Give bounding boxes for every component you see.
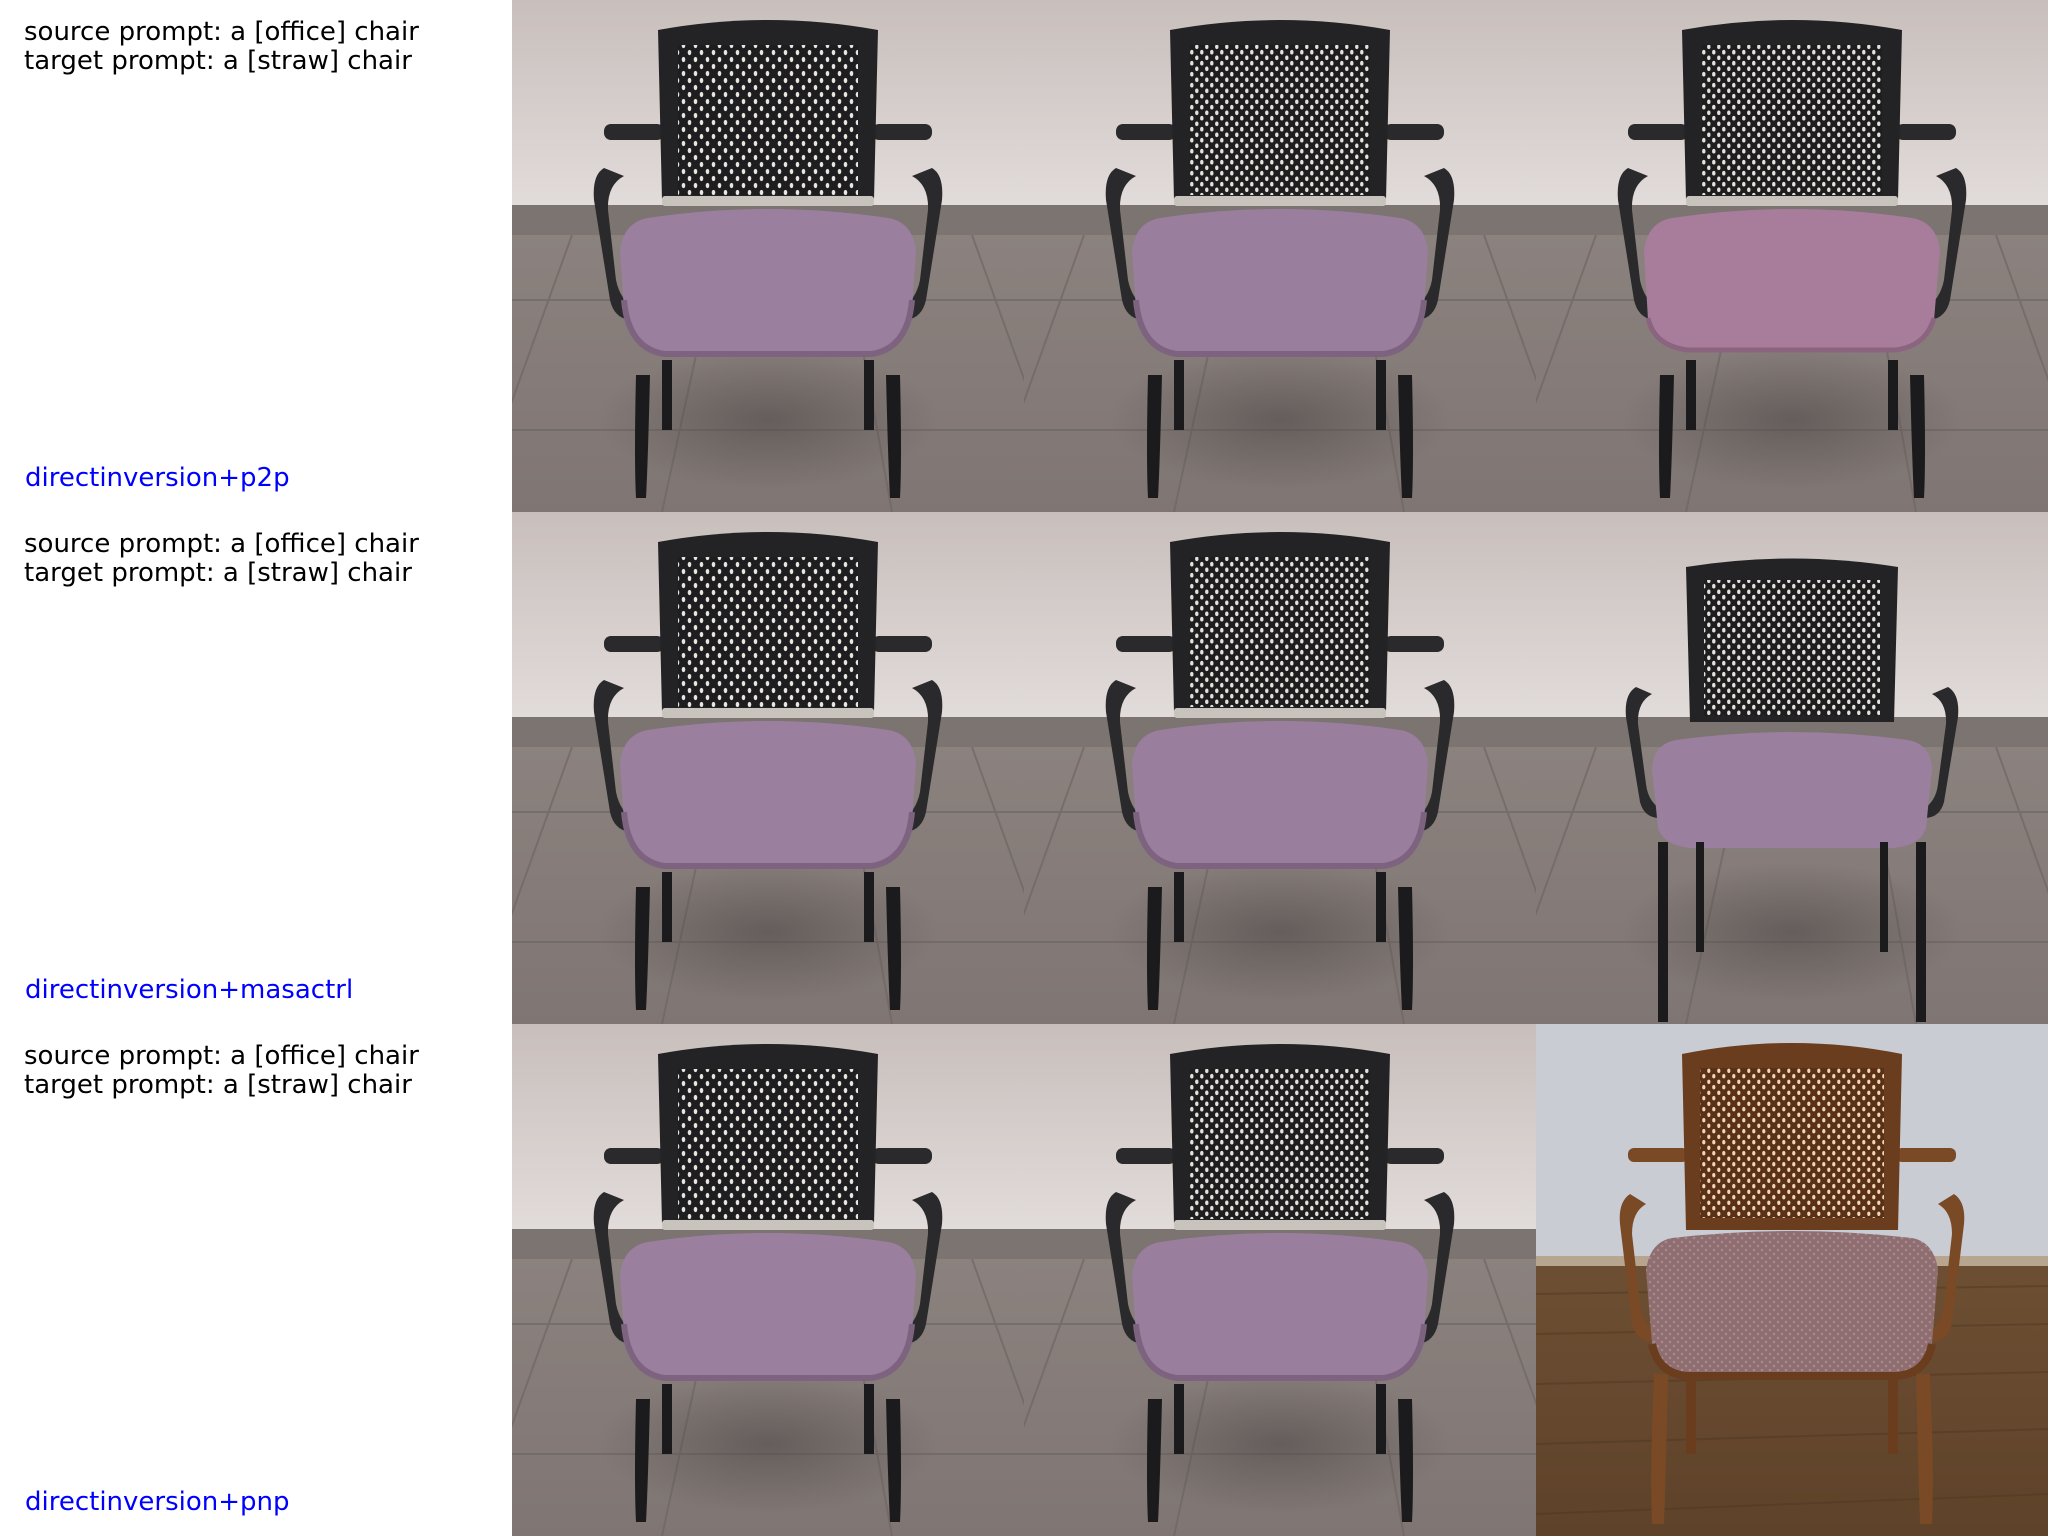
source-prompt-text: source prompt: a [office] chair bbox=[24, 529, 419, 559]
edited-image-panel bbox=[1536, 512, 2048, 1024]
row-label-column: source prompt: a [office] chair target p… bbox=[0, 1024, 512, 1536]
target-prompt-text: target prompt: a [straw] chair bbox=[24, 46, 412, 76]
method-label: directinversion+p2p bbox=[25, 463, 290, 493]
office-chair-image bbox=[1024, 512, 1536, 1024]
target-prompt-text: target prompt: a [straw] chair bbox=[24, 1070, 412, 1100]
wooden-chair-image bbox=[1536, 1024, 2048, 1536]
source-prompt-text: source prompt: a [office] chair bbox=[24, 1041, 419, 1071]
row-label-column: source prompt: a [office] chair target p… bbox=[0, 512, 512, 1024]
office-chair-image bbox=[512, 512, 1024, 1024]
method-label: directinversion+pnp bbox=[25, 1487, 290, 1517]
office-chair-image bbox=[512, 0, 1024, 512]
source-image-panel bbox=[512, 1024, 1024, 1536]
result-row-p2p: source prompt: a [office] chair target p… bbox=[0, 0, 2048, 512]
reconstruction-image-panel bbox=[1024, 1024, 1536, 1536]
edited-image-panel bbox=[1536, 0, 2048, 512]
method-label: directinversion+masactrl bbox=[25, 975, 354, 1005]
target-prompt-text: target prompt: a [straw] chair bbox=[24, 558, 412, 588]
result-row-pnp: source prompt: a [office] chair target p… bbox=[0, 1024, 2048, 1536]
reconstruction-image-panel bbox=[1024, 512, 1536, 1024]
row-label-column: source prompt: a [office] chair target p… bbox=[0, 0, 512, 512]
reconstruction-image-panel bbox=[1024, 0, 1536, 512]
edited-chair-image bbox=[1536, 512, 2048, 1024]
source-prompt-text: source prompt: a [office] chair bbox=[24, 17, 419, 47]
office-chair-image bbox=[1024, 1024, 1536, 1536]
result-row-masactrl: source prompt: a [office] chair target p… bbox=[0, 512, 2048, 1024]
office-chair-image bbox=[512, 1024, 1024, 1536]
edited-chair-image bbox=[1536, 0, 2048, 512]
office-chair-image bbox=[1024, 0, 1536, 512]
source-image-panel bbox=[512, 512, 1024, 1024]
edited-image-panel bbox=[1536, 1024, 2048, 1536]
source-image-panel bbox=[512, 0, 1024, 512]
